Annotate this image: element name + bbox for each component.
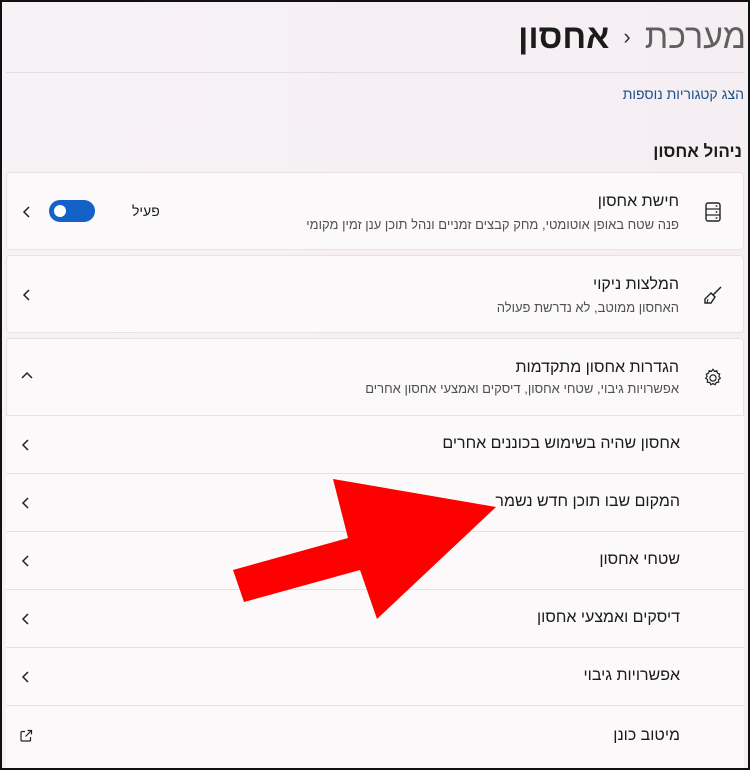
settings-window: מערכת › אחסון הצג קטגוריות נוספות ניהול …	[0, 0, 750, 770]
red-arrow-annotation	[233, 479, 496, 619]
